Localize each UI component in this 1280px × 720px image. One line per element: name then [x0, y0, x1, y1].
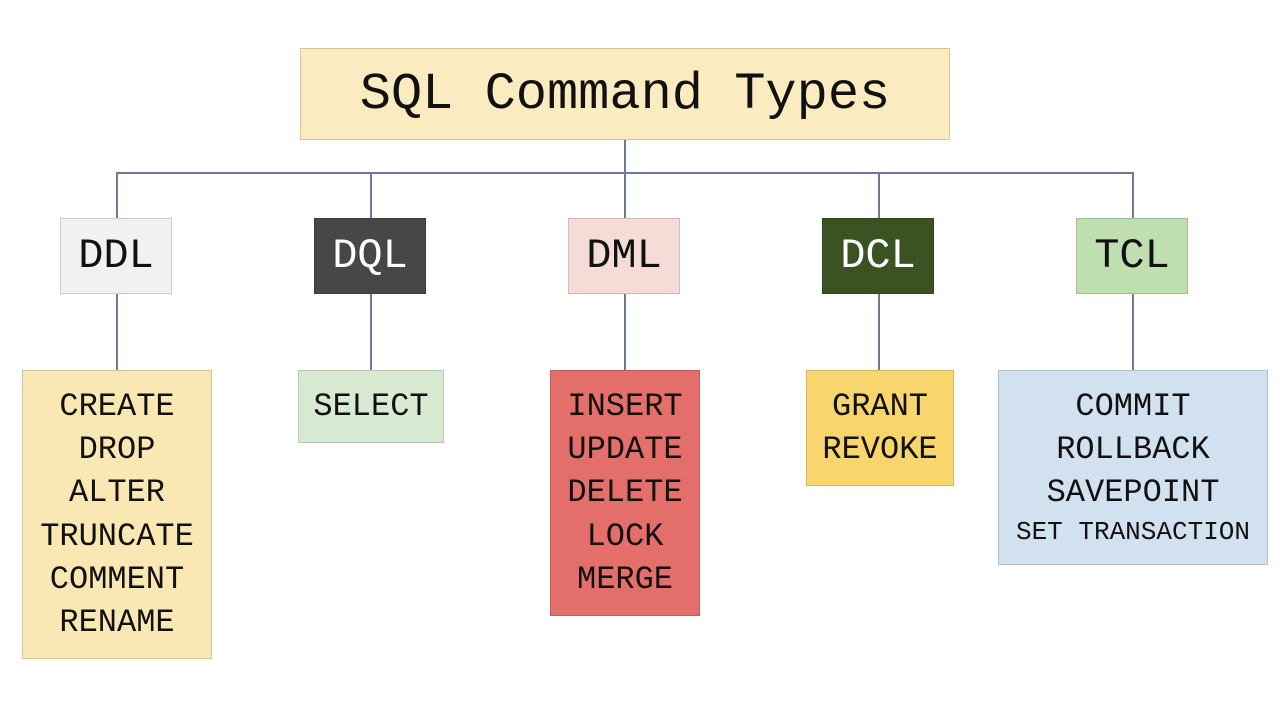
connector-line: [1132, 172, 1134, 218]
command-item: COMMIT: [1075, 385, 1190, 428]
command-item: MERGE: [577, 558, 673, 601]
commands-dml: INSERT UPDATE DELETE LOCK MERGE: [550, 370, 700, 616]
category-tcl: TCL: [1076, 218, 1188, 294]
connector-line: [116, 294, 118, 372]
command-item: SET TRANSACTION: [1016, 515, 1250, 550]
category-dcl: DCL: [822, 218, 934, 294]
command-item: SAVEPOINT: [1047, 471, 1220, 514]
command-item: RENAME: [59, 601, 174, 644]
command-item: ROLLBACK: [1056, 428, 1210, 471]
connector-line: [624, 172, 626, 218]
command-item: GRANT: [832, 385, 928, 428]
command-item: LOCK: [587, 515, 664, 558]
category-dql: DQL: [314, 218, 426, 294]
command-item: REVOKE: [822, 428, 937, 471]
command-item: CREATE: [59, 385, 174, 428]
category-dml: DML: [568, 218, 680, 294]
command-item: ALTER: [69, 471, 165, 514]
command-item: COMMENT: [50, 558, 184, 601]
connector-line: [1132, 294, 1134, 372]
commands-dcl: GRANT REVOKE: [806, 370, 954, 486]
commands-ddl: CREATE DROP ALTER TRUNCATE COMMENT RENAM…: [22, 370, 212, 659]
command-item: DELETE: [567, 471, 682, 514]
command-item: SELECT: [313, 385, 428, 428]
connector-line: [878, 294, 880, 372]
command-item: INSERT: [567, 385, 682, 428]
connector-line: [624, 294, 626, 372]
command-item: DROP: [79, 428, 156, 471]
connector-line: [370, 172, 372, 218]
diagram-title: SQL Command Types: [300, 48, 950, 140]
category-ddl: DDL: [60, 218, 172, 294]
connector-line: [878, 172, 880, 218]
connector-line: [370, 294, 372, 372]
connector-line: [116, 172, 118, 218]
connector-line: [624, 140, 626, 172]
command-item: UPDATE: [567, 428, 682, 471]
commands-tcl: COMMIT ROLLBACK SAVEPOINT SET TRANSACTIO…: [998, 370, 1268, 565]
command-item: TRUNCATE: [40, 515, 194, 558]
commands-dql: SELECT: [298, 370, 444, 443]
